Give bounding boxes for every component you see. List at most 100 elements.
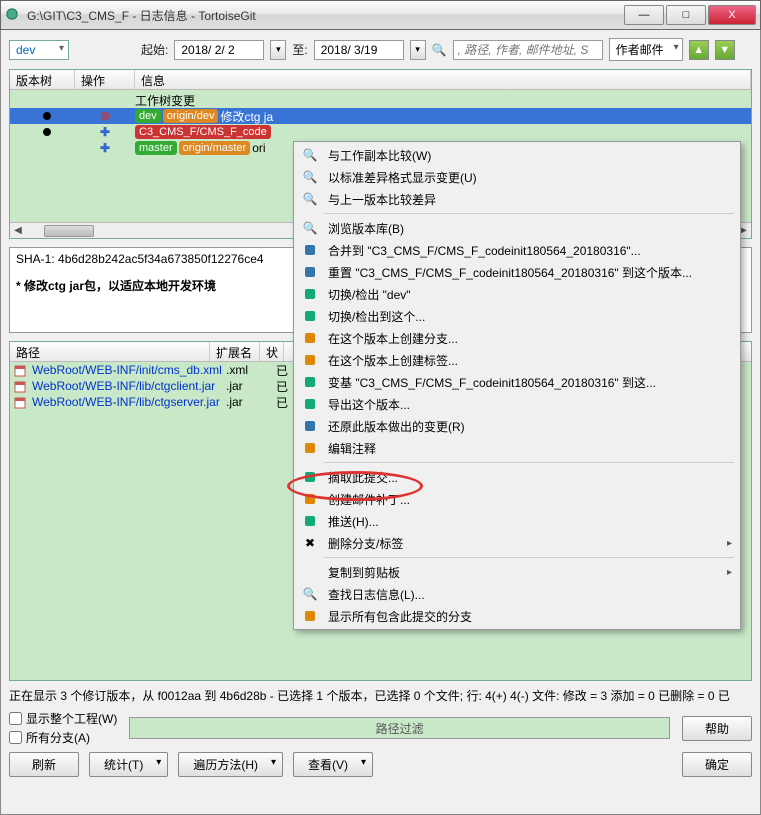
menu-item[interactable]: 在这个版本上创建标签... [296,349,738,371]
menu-item[interactable]: 🔍与工作副本比较(W) [296,144,738,166]
search-icon[interactable]: 🔍 [432,43,447,57]
menu-icon: 🔍 [300,169,320,185]
commit-row-message: ori [252,141,265,155]
ref-tag: C3_CMS_F/CMS_F_code [135,125,271,139]
author-email-dropdown[interactable]: 作者邮件 [609,38,683,61]
menu-icon: 🔍 [300,147,320,163]
ref-tag: dev [135,109,161,123]
switch-icon [300,308,320,324]
menu-item-label: 删除分支/标签 [328,535,403,552]
menu-item[interactable]: 重置 "C3_CMS_F/CMS_F_codeinit180564_201803… [296,261,738,283]
menu-item[interactable]: 在这个版本上创建分支... [296,327,738,349]
menu-item[interactable]: 切换/检出 "dev" [296,283,738,305]
revert-icon [300,418,320,434]
file-icon [14,396,28,408]
menu-item[interactable]: 变基 "C3_CMS_F/CMS_F_codeinit180564_201803… [296,371,738,393]
col-path-header[interactable]: 路径 [10,342,210,361]
menu-item[interactable]: 复制到剪贴板 [296,561,738,583]
push-icon [300,513,320,529]
file-ext: .xml [226,363,276,377]
ok-button[interactable]: 确定 [682,752,752,777]
menu-item-label: 复制到剪贴板 [328,564,400,581]
menu-item-label: 编辑注释 [328,440,376,457]
titlebar[interactable]: G:\GIT\C3_CMS_F - 日志信息 - TortoiseGit — □… [0,0,761,30]
file-icon [14,364,28,376]
menu-item-label: 重置 "C3_CMS_F/CMS_F_codeinit180564_201803… [328,264,692,281]
to-date-dropdown[interactable]: ▾ [410,40,426,60]
menu-separator [324,557,734,558]
patch-icon [300,491,320,507]
file-name: WebRoot/WEB-INF/lib/ctgserver.jar [32,395,226,409]
menu-item[interactable]: ✖删除分支/标签 [296,532,738,554]
window-title: G:\GIT\C3_CMS_F - 日志信息 - TortoiseGit [27,7,624,24]
help-button[interactable]: 帮助 [682,716,752,741]
menu-item[interactable]: 摘取此提交... [296,466,738,488]
col-msg-header[interactable]: 信息 [135,70,751,89]
col-op-header[interactable]: 操作 [75,70,135,89]
file-ext: .jar [226,395,276,409]
menu-item-label: 与上一版本比较差异 [328,191,436,208]
to-label: 至: [292,41,307,58]
sha-value: 4b6d28b242ac5f34a673850f12276ce4 [58,252,264,266]
menu-item[interactable]: 切换/检出到这个... [296,305,738,327]
ref-tag: origin/master [179,141,251,155]
branch-icon [300,608,320,624]
col-ext-header[interactable]: 扩展名 [210,342,260,361]
col-tree-header[interactable]: 版本树 [10,70,75,89]
from-date-dropdown[interactable]: ▾ [270,40,286,60]
menu-item[interactable]: 还原此版本做出的变更(R) [296,415,738,437]
minimize-button[interactable]: — [624,5,664,25]
menu-item-label: 推送(H)... [328,513,379,530]
export-icon [300,396,320,412]
ref-tag: master [135,141,177,155]
to-date-input[interactable] [314,40,404,60]
col-status-header[interactable]: 状 [260,342,284,361]
status-line: 正在显示 3 个修订版本，从 f0012aa 到 4b6d28b - 已选择 1… [9,687,752,704]
menu-item-label: 还原此版本做出的变更(R) [328,418,465,435]
plus-icon: ✚ [100,125,110,139]
menu-item-label: 摘取此提交... [328,469,398,486]
show-whole-project-checkbox[interactable]: 显示整个工程(W) [9,710,117,727]
sha-label: SHA-1: [16,252,55,266]
refresh-button[interactable]: 刷新 [9,752,79,777]
up-button[interactable]: ▲ [689,40,709,60]
menu-item[interactable]: 🔍以标准差异格式显示变更(U) [296,166,738,188]
log-row[interactable]: ⊘devorigin/dev修改ctg ja [10,108,751,124]
menu-item[interactable]: 🔍浏览版本库(B) [296,217,738,239]
branch-icon [300,330,320,346]
file-ext: .jar [226,379,276,393]
maximize-button[interactable]: □ [666,5,706,25]
file-icon [14,380,28,392]
file-name: WebRoot/WEB-INF/lib/ctgclient.jar [32,379,226,393]
app-icon [5,7,21,23]
from-label: 起始: [141,41,168,58]
rebase-icon [300,374,320,390]
exclaim-icon: ⊘ [100,109,110,123]
view-button[interactable]: 查看(V) [293,752,373,777]
branch-selector[interactable]: dev [9,40,69,60]
scroll-thumb[interactable] [44,225,94,237]
path-filter-input[interactable]: 路径过滤 [129,717,670,739]
menu-item[interactable]: 推送(H)... [296,510,738,532]
from-date-input[interactable] [174,40,264,60]
down-button[interactable]: ▼ [715,40,735,60]
log-row[interactable]: 工作树变更 [10,92,751,108]
menu-item-label: 导出这个版本... [328,396,410,413]
all-branches-checkbox[interactable]: 所有分支(A) [9,729,117,746]
search-input[interactable] [453,40,603,60]
menu-item-label: 合并到 "C3_CMS_F/CMS_F_codeinit180564_20180… [328,242,641,259]
walk-button[interactable]: 遍历方法(H) [178,752,283,777]
menu-item-label: 切换/检出 "dev" [328,286,411,303]
menu-item[interactable]: 显示所有包含此提交的分支 [296,605,738,627]
log-row[interactable]: ✚ C3_CMS_F/CMS_F_code [10,124,751,140]
menu-item[interactable]: 创建邮件补丁... [296,488,738,510]
scroll-left-arrow[interactable]: ◀ [10,225,26,236]
stats-button[interactable]: 统计(T) [89,752,168,777]
menu-item[interactable]: 🔍查找日志信息(L)... [296,583,738,605]
filter-bar: dev 起始: ▾ 至: ▾ 🔍 作者邮件 ▲ ▼ [9,38,752,61]
menu-item[interactable]: 编辑注释 [296,437,738,459]
menu-item[interactable]: 🔍与上一版本比较差异 [296,188,738,210]
menu-item[interactable]: 导出这个版本... [296,393,738,415]
menu-item[interactable]: 合并到 "C3_CMS_F/CMS_F_codeinit180564_20180… [296,239,738,261]
close-button[interactable]: X [708,5,756,25]
